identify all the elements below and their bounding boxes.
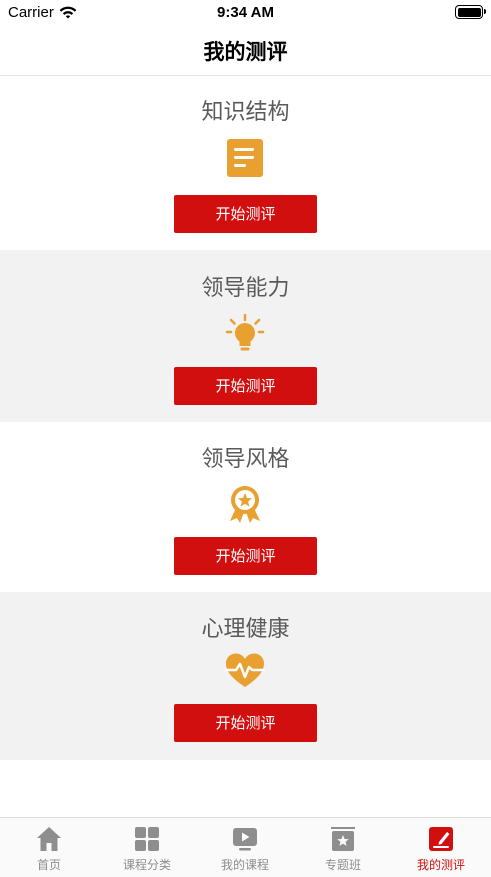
start-assessment-button[interactable]: 开始测评 — [174, 367, 317, 405]
tab-label: 课程分类 — [122, 858, 171, 872]
start-assessment-button[interactable]: 开始测评 — [174, 704, 317, 742]
star-badge-icon — [230, 486, 260, 523]
document-icon — [227, 139, 263, 177]
tab-label: 专题班 — [324, 858, 361, 872]
tab-label: 首页 — [36, 858, 61, 872]
section-title: 心理健康 — [201, 617, 290, 642]
section-knowledge-structure: 知识结构 开始测评 — [0, 77, 491, 250]
section-title: 领导能力 — [201, 276, 290, 301]
section-mental-health: 心理健康 开始测评 — [0, 592, 491, 760]
navigation-bar: 我的测评 — [0, 26, 491, 76]
edit-icon — [429, 827, 453, 851]
home-icon — [37, 827, 61, 851]
tab-my-assessment[interactable]: 我的测评 — [392, 818, 490, 877]
status-bar: Carrier 9:34 AM — [0, 0, 491, 26]
grid-icon — [135, 827, 159, 851]
star-board-icon — [331, 827, 355, 851]
tab-home[interactable]: 首页 — [0, 818, 98, 877]
start-assessment-button[interactable]: 开始测评 — [174, 537, 317, 575]
tab-my-courses[interactable]: 我的课程 — [196, 818, 294, 877]
tab-bar: 首页 课程分类 我的课程 专题班 我的测评 — [0, 817, 491, 877]
tab-label: 我的测评 — [416, 858, 465, 872]
clock: 9:34 AM — [217, 4, 274, 21]
play-icon — [233, 828, 257, 851]
section-title: 知识结构 — [201, 100, 290, 125]
start-assessment-button[interactable]: 开始测评 — [174, 195, 317, 233]
section-leadership-style: 领导风格 开始测评 — [0, 422, 491, 592]
tab-label: 我的课程 — [220, 858, 269, 872]
battery-icon — [455, 5, 486, 19]
section-leadership-ability: 领导能力 开始测评 — [0, 250, 491, 422]
tab-special-classes[interactable]: 专题班 — [294, 818, 392, 877]
page-title: 我的测评 — [203, 40, 288, 64]
lightbulb-icon — [225, 314, 265, 351]
section-title: 领导风格 — [201, 447, 290, 472]
tab-course-categories[interactable]: 课程分类 — [98, 818, 196, 877]
heartbeat-icon — [225, 653, 265, 687]
